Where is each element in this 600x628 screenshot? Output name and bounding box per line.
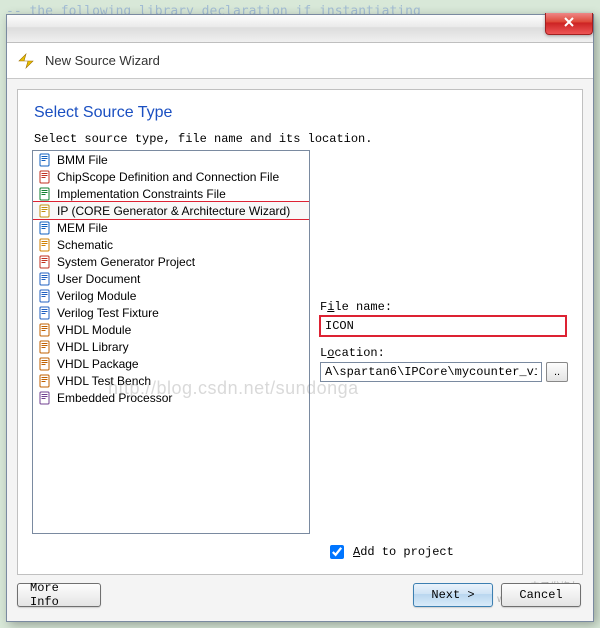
list-item[interactable]: IP (CORE Generator & Architecture Wizard… <box>33 202 309 219</box>
close-button[interactable] <box>545 13 593 35</box>
vhdllib-icon <box>37 339 53 355</box>
add-to-project-checkbox[interactable] <box>330 545 344 559</box>
chipscope-icon <box>37 169 53 185</box>
list-item-label: System Generator Project <box>57 255 195 269</box>
filename-input[interactable] <box>320 316 566 336</box>
new-source-wizard-dialog: New Source Wizard Select Source Type Sel… <box>6 14 594 622</box>
constraints-icon <box>37 186 53 202</box>
list-item-label: VHDL Library <box>57 340 129 354</box>
add-to-project-label: Add to project <box>353 545 454 559</box>
bmm-icon <box>37 152 53 168</box>
list-item-label: VHDL Package <box>57 357 139 371</box>
vhdl-icon <box>37 322 53 338</box>
vfixture-icon <box>37 305 53 321</box>
list-item-label: ChipScope Definition and Connection File <box>57 170 279 184</box>
list-item-label: Embedded Processor <box>57 391 172 405</box>
wizard-header: New Source Wizard <box>7 43 593 79</box>
list-item[interactable]: VHDL Module <box>33 321 309 338</box>
next-button[interactable]: Next > 电子发烧友 www.elecfans.com <box>413 583 493 607</box>
list-item-label: User Document <box>57 272 140 286</box>
list-item-label: Verilog Module <box>57 289 136 303</box>
wizard-title: New Source Wizard <box>45 53 160 68</box>
close-icon <box>563 16 575 31</box>
embproc-icon <box>37 390 53 406</box>
ip-icon <box>37 203 53 219</box>
section-title: Select Source Type <box>18 90 582 130</box>
browse-button[interactable]: .. <box>546 362 568 382</box>
list-item[interactable]: VHDL Package <box>33 355 309 372</box>
schematic-icon <box>37 237 53 253</box>
doc-icon <box>37 271 53 287</box>
source-type-list[interactable]: BMM File ChipScope Definition and Connect… <box>32 150 310 534</box>
list-item[interactable]: User Document <box>33 270 309 287</box>
vhdltb-icon <box>37 373 53 389</box>
list-item[interactable]: VHDL Library <box>33 338 309 355</box>
list-item[interactable]: Schematic <box>33 236 309 253</box>
cancel-button[interactable]: Cancel <box>501 583 581 607</box>
list-item[interactable]: Verilog Test Fixture <box>33 304 309 321</box>
more-info-button[interactable]: More Info <box>17 583 101 607</box>
mem-icon <box>37 220 53 236</box>
location-input[interactable] <box>320 362 542 382</box>
content-row: BMM File ChipScope Definition and Connect… <box>18 150 582 534</box>
list-item-label: VHDL Module <box>57 323 131 337</box>
list-item-label: VHDL Test Bench <box>57 374 151 388</box>
list-item[interactable]: Implementation Constraints File <box>33 185 309 202</box>
vhdlpkg-icon <box>37 356 53 372</box>
location-label: Location: <box>320 346 568 360</box>
list-item-label: Schematic <box>57 238 113 252</box>
filename-label: File name: <box>320 300 568 314</box>
list-item[interactable]: Verilog Module <box>33 287 309 304</box>
list-item[interactable]: Embedded Processor <box>33 389 309 406</box>
next-label: Next > <box>431 588 474 602</box>
sysgen-icon <box>37 254 53 270</box>
right-column: File name: Location: .. <box>320 150 568 534</box>
list-item-label: Implementation Constraints File <box>57 187 226 201</box>
list-item[interactable]: MEM File <box>33 219 309 236</box>
list-item[interactable]: VHDL Test Bench <box>33 372 309 389</box>
instruction-text: Select source type, file name and its lo… <box>18 130 582 150</box>
add-to-project-row: Add to project <box>326 542 454 562</box>
list-item-label: BMM File <box>57 153 108 167</box>
list-item-label: MEM File <box>57 221 108 235</box>
list-item[interactable]: BMM File <box>33 151 309 168</box>
list-item[interactable]: ChipScope Definition and Connection File <box>33 168 309 185</box>
wizard-icon <box>17 52 35 70</box>
button-row: More Info Next > 电子发烧友 www.elecfans.com … <box>17 581 583 611</box>
list-item[interactable]: System Generator Project <box>33 253 309 270</box>
titlebar <box>7 15 593 43</box>
verilog-icon <box>37 288 53 304</box>
list-item-label: IP (CORE Generator & Architecture Wizard… <box>57 204 290 218</box>
main-panel: Select Source Type Select source type, f… <box>17 89 583 575</box>
list-item-label: Verilog Test Fixture <box>57 306 159 320</box>
